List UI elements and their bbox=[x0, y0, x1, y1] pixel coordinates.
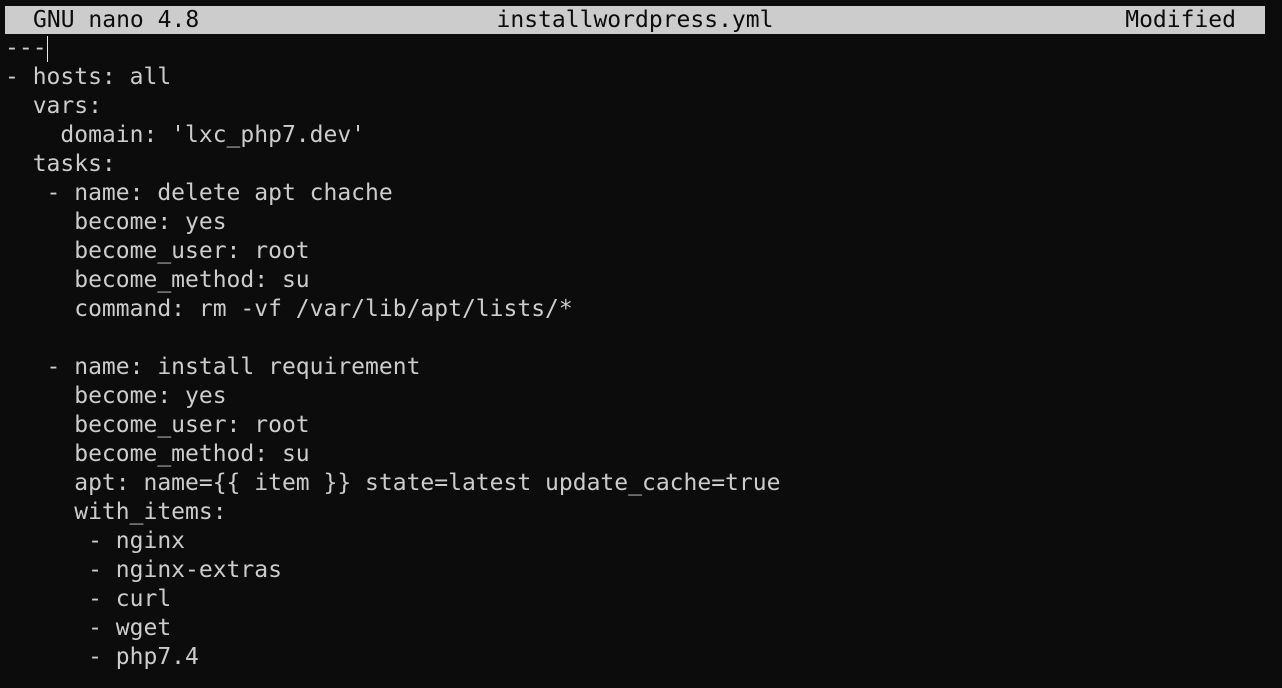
nano-title-bar: installwordpress.yml GNU nano 4.8 Modifi… bbox=[5, 6, 1265, 34]
editor-line[interactable]: --- bbox=[5, 34, 1277, 63]
editor-line[interactable]: become_method: su bbox=[5, 440, 1277, 469]
editor-line[interactable]: - nginx-extras bbox=[5, 556, 1277, 585]
editor-line[interactable]: - curl bbox=[5, 585, 1277, 614]
editor-line[interactable]: apt: name={{ item }} state=latest update… bbox=[5, 469, 1277, 498]
editor-line[interactable]: - wget bbox=[5, 614, 1277, 643]
editor-line[interactable]: domain: 'lxc_php7.dev' bbox=[5, 121, 1277, 150]
editor-line[interactable]: command: rm -vf /var/lib/apt/lists/* bbox=[5, 295, 1277, 324]
editor-line[interactable]: with_items: bbox=[5, 498, 1277, 527]
editor-line[interactable]: become: yes bbox=[5, 382, 1277, 411]
editor-line[interactable]: - php7.4 bbox=[5, 643, 1277, 672]
text-cursor bbox=[47, 36, 48, 62]
editor-line[interactable]: - hosts: all bbox=[5, 63, 1277, 92]
editor-line[interactable]: - nginx bbox=[5, 527, 1277, 556]
editor-line[interactable]: - name: delete apt chache bbox=[5, 179, 1277, 208]
editor-line[interactable]: tasks: bbox=[5, 150, 1277, 179]
editor-line[interactable]: become: yes bbox=[5, 208, 1277, 237]
app-version: GNU nano 4.8 bbox=[33, 7, 200, 33]
editor-line[interactable]: vars: bbox=[5, 92, 1277, 121]
modified-status: Modified bbox=[1125, 7, 1236, 33]
editor-line[interactable]: become_user: root bbox=[5, 237, 1277, 266]
editor-line[interactable]: become_user: root bbox=[5, 411, 1277, 440]
editor-line[interactable] bbox=[5, 324, 1277, 353]
editor-line[interactable]: - name: install requirement bbox=[5, 353, 1277, 382]
text-editor-area[interactable]: --- - hosts: all vars: domain: 'lxc_php7… bbox=[5, 34, 1277, 684]
editor-line[interactable]: become_method: su bbox=[5, 266, 1277, 295]
